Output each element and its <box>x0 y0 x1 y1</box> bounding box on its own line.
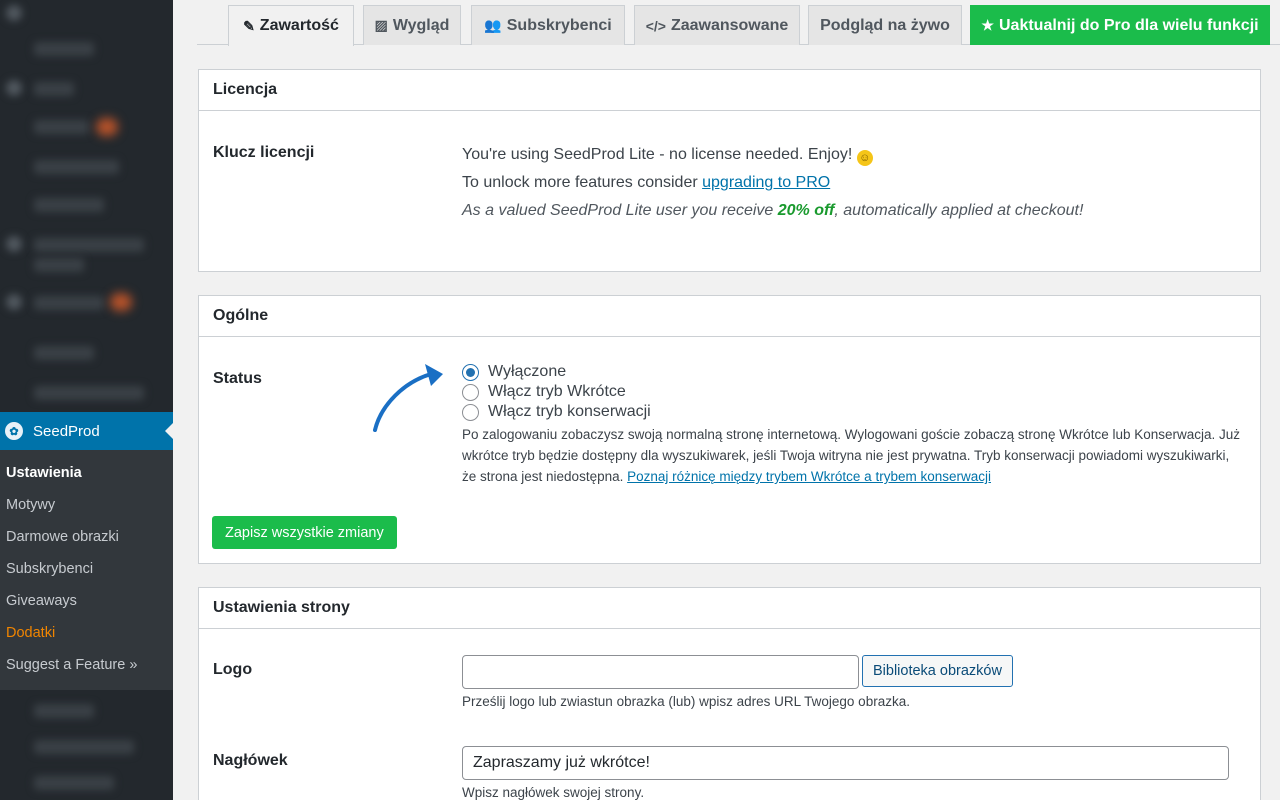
discount-prefix: As a valued SeedProd Lite user you recei… <box>462 202 778 219</box>
sidebar-item-label: SeedProd <box>33 422 100 440</box>
discount-value: 20% off <box>777 202 835 219</box>
upgrade-link[interactable]: upgrading to PRO <box>702 174 830 191</box>
tab-podglad-na-zywo[interactable]: Podgląd na żywo <box>808 5 962 45</box>
menu-item[interactable] <box>34 776 114 790</box>
mode-difference-link[interactable]: Poznaj różnicę między trybem Wkrótce a t… <box>627 469 991 484</box>
save-all-button[interactable]: Zapisz wszystkie zmiany <box>212 516 397 549</box>
seedprod-logo-icon: ✿ <box>5 422 23 440</box>
menu-item[interactable] <box>34 740 134 754</box>
smile-icon: ☺ <box>856 150 873 166</box>
admin-sidebar: ✿ SeedProd Ustawienia Motywy Darmowe obr… <box>0 0 173 800</box>
submenu-item-ustawienia[interactable]: Ustawienia <box>6 465 82 481</box>
users-icon: 👥 <box>484 17 502 33</box>
upgrade-message: To unlock more features consider upgradi… <box>462 174 830 192</box>
status-option-disabled[interactable]: Wyłączone <box>462 363 566 381</box>
upgrade-prefix: To unlock more features consider <box>462 174 703 191</box>
radio-button[interactable] <box>462 383 479 401</box>
menu-item[interactable] <box>34 386 144 400</box>
menu-item[interactable] <box>34 198 104 212</box>
tab-wyglad[interactable]: ▨ Wygląd <box>363 5 461 45</box>
menu-item[interactable] <box>34 258 84 272</box>
menu-item[interactable] <box>34 120 89 134</box>
menu-icon <box>6 80 22 96</box>
arrow-icon <box>373 364 443 432</box>
tab-label: Zawartość <box>259 17 339 34</box>
panel-title: Ogólne <box>199 296 1260 337</box>
media-library-button[interactable]: Biblioteka obrazków <box>862 655 1013 687</box>
status-option-coming-soon[interactable]: Włącz tryb Wkrótce <box>462 383 626 401</box>
discount-message: As a valued SeedProd Lite user you recei… <box>462 202 1083 220</box>
license-line1: You're using SeedProd Lite - no license … <box>462 146 853 163</box>
discount-suffix: , automatically applied at checkout! <box>834 202 1084 219</box>
page-settings-panel: Ustawienia strony Logo Biblioteka obrazk… <box>198 587 1261 800</box>
tab-upgrade-pro[interactable]: ★ Uaktualnij do Pro dla wielu funkcji <box>970 5 1270 45</box>
menu-item[interactable] <box>34 160 119 174</box>
submenu-item-suggest-feature[interactable]: Suggest a Feature » <box>6 657 137 673</box>
menu-item[interactable] <box>34 346 94 360</box>
code-icon: </> <box>645 17 666 34</box>
panel-title: Ustawienia strony <box>199 588 1260 629</box>
menu-item[interactable] <box>34 704 94 718</box>
settings-tabs: ✎ Zawartość ▨ Wygląd 👥 Subskrybenci </> … <box>197 0 1280 46</box>
license-panel: Licencja Klucz licencji You're using See… <box>198 69 1261 272</box>
menu-icon <box>6 5 22 21</box>
menu-icon <box>6 236 22 252</box>
submenu-item-subskrybenci[interactable]: Subskrybenci <box>6 561 93 577</box>
submenu-item-darmowe-obrazki[interactable]: Darmowe obrazki <box>6 529 119 545</box>
license-message: You're using SeedProd Lite - no license … <box>462 146 873 166</box>
headline-hint: Wpisz nagłówek swojej strony. <box>462 785 645 800</box>
status-label: Status <box>213 370 262 387</box>
radio-label: Wyłączone <box>488 363 567 380</box>
count-badge <box>110 293 132 311</box>
sidebar-item-seedprod[interactable]: ✿ SeedProd <box>0 412 173 450</box>
seedprod-submenu: Ustawienia Motywy Darmowe obrazki Subskr… <box>0 450 173 690</box>
radio-button[interactable] <box>462 363 479 381</box>
status-description: Po zalogowaniu zobaczysz swoją normalną … <box>462 424 1242 487</box>
headline-input[interactable] <box>462 746 1229 780</box>
submenu-item-giveaways[interactable]: Giveaways <box>6 593 77 609</box>
tab-zaawansowane[interactable]: </> Zaawansowane <box>634 5 800 45</box>
tab-zawartosc[interactable]: ✎ Zawartość <box>228 5 354 46</box>
menu-item[interactable] <box>34 82 74 96</box>
edit-icon: ✎ <box>243 17 255 34</box>
logo-label: Logo <box>213 661 253 678</box>
radio-label: Włącz tryb Wkrótce <box>488 383 626 400</box>
menu-item[interactable] <box>34 238 144 252</box>
tab-subskrybenci[interactable]: 👥 Subskrybenci <box>471 5 625 45</box>
submenu-item-motywy[interactable]: Motywy <box>6 497 55 513</box>
license-key-label: Klucz licencji <box>213 144 315 161</box>
radio-button[interactable] <box>462 403 479 421</box>
menu-item[interactable] <box>34 42 94 56</box>
logo-url-input[interactable] <box>462 655 859 689</box>
tab-label: Wygląd <box>392 16 450 34</box>
status-option-maintenance[interactable]: Włącz tryb konserwacji <box>462 403 651 421</box>
tab-label: Uaktualnij do Pro dla wielu funkcji <box>998 16 1259 34</box>
tab-label: Podgląd na żywo <box>820 16 950 34</box>
logo-hint: Prześlij logo lub zwiastun obrazka (lub)… <box>462 694 910 709</box>
tab-label: Subskrybenci <box>506 16 612 34</box>
menu-icon <box>6 294 22 310</box>
star-icon: ★ <box>981 17 994 33</box>
panel-title: Licencja <box>199 70 1260 111</box>
radio-label: Włącz tryb konserwacji <box>488 403 651 420</box>
count-badge <box>96 118 118 136</box>
image-icon: ▨ <box>374 17 388 33</box>
headline-label: Nagłówek <box>213 752 288 769</box>
current-menu-arrow <box>165 423 173 439</box>
tab-label: Zaawansowane <box>670 16 789 34</box>
submenu-item-dodatki[interactable]: Dodatki <box>6 625 55 641</box>
general-panel: Ogólne Status Wyłączone Włącz tryb Wkrót… <box>198 295 1261 564</box>
menu-item[interactable] <box>34 296 104 310</box>
